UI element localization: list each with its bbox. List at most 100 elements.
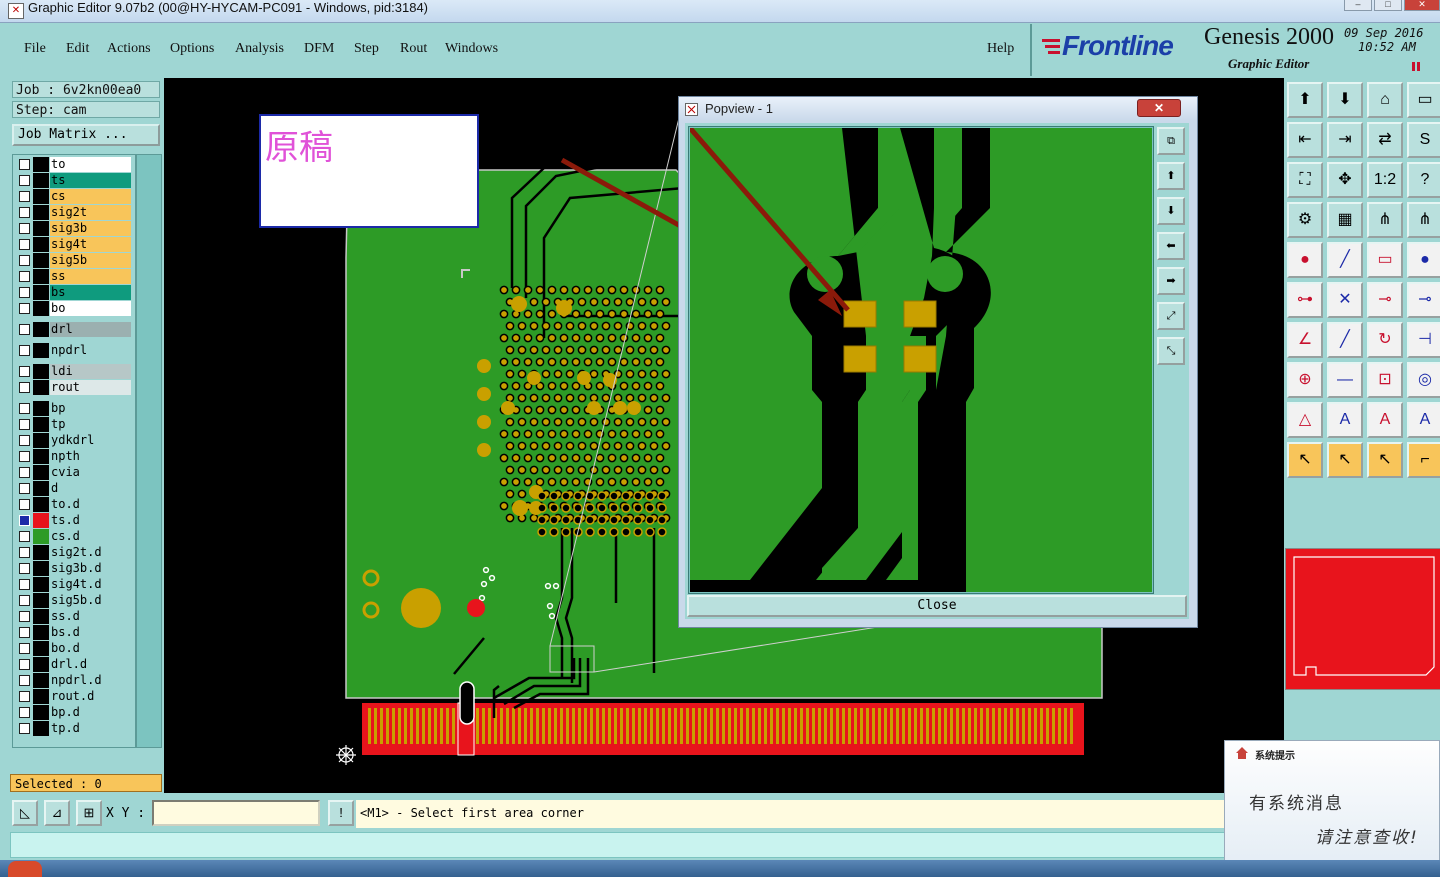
layer-visibility-checkbox[interactable] [19,707,30,718]
layer-visibility-checkbox[interactable] [19,345,30,356]
popview-window[interactable]: Popview - 1 ✕ ⧉ ⬆ ⬇ ⬅ ➡ ⤢ ⤡ Close [678,96,1198,628]
layer-row-tp[interactable]: tp [13,417,135,432]
layer-row-to[interactable]: to [13,157,135,172]
layer-visibility-checkbox[interactable] [19,403,30,414]
pointer-icon[interactable]: ↖ [1287,442,1323,478]
popview-zoom-in-button[interactable]: ⤡ [1157,337,1185,365]
layer-color-swatch[interactable] [33,465,49,480]
grid-icon[interactable]: ▦ [1327,202,1363,238]
layer-visibility-checkbox[interactable] [19,547,30,558]
layer-name[interactable]: sig3b.d [50,561,131,576]
layer-visibility-checkbox[interactable] [19,467,30,478]
layer-visibility-checkbox[interactable] [19,303,30,314]
layer-name[interactable]: ss [50,269,131,284]
menu-help[interactable]: Help [987,41,1014,57]
arc-icon[interactable]: ↻ [1367,322,1403,358]
menu-step[interactable]: Step [354,41,379,57]
layer-name[interactable]: cvia [50,465,131,480]
layer-up-icon[interactable]: ⬆ [1287,82,1323,118]
app-icon[interactable]: ✕ [8,3,24,19]
net2-icon[interactable]: ⋔ [1407,202,1440,238]
layer-row-to-d[interactable]: to.d [13,497,135,512]
layer-color-swatch[interactable] [33,237,49,252]
layer-color-swatch[interactable] [33,449,49,464]
layer-visibility-checkbox[interactable] [19,366,30,377]
layer-row-sig5b[interactable]: sig5b [13,253,135,268]
layer-visibility-checkbox[interactable] [19,483,30,494]
layer-visibility-checkbox[interactable] [19,451,30,462]
layer-row-ts-d[interactable]: ts.d [13,513,135,528]
layer-color-swatch[interactable] [33,269,49,284]
popview-pan-up-button[interactable]: ⬆ [1157,162,1185,190]
layer-row-ldi[interactable]: ldi [13,364,135,379]
layer-name[interactable]: ts.d [50,513,131,528]
layer-visibility-checkbox[interactable] [19,239,30,250]
layer-color-swatch[interactable] [33,593,49,608]
tool-settings-icon[interactable]: ⚙ [1287,202,1323,238]
layer-color-swatch[interactable] [33,417,49,432]
layer-name[interactable]: sig2t.d [50,545,131,560]
layer-color-swatch[interactable] [33,364,49,379]
layer-color-swatch[interactable] [33,705,49,720]
pointer3-icon[interactable]: ↖ [1367,442,1403,478]
layer-color-swatch[interactable] [33,625,49,640]
layer-visibility-checkbox[interactable] [19,659,30,670]
layer-visibility-checkbox[interactable] [19,175,30,186]
popview-zoom-fit-button[interactable]: ⧉ [1157,127,1185,155]
alert-icon[interactable]: ! [328,800,354,826]
layer-row-d[interactable]: d [13,481,135,496]
menu-windows[interactable]: Windows [445,41,498,57]
minimize-button[interactable]: – [1344,0,1372,11]
layer-color-swatch[interactable] [33,689,49,704]
layer-row-cvia[interactable]: cvia [13,465,135,480]
layer-color-swatch[interactable] [33,561,49,576]
menu-file[interactable]: File [24,41,46,57]
popview-pan-right-button[interactable]: ➡ [1157,267,1185,295]
layer-row-sig3b[interactable]: sig3b [13,221,135,236]
menu-actions[interactable]: Actions [107,41,151,57]
layer-name[interactable]: d [50,481,131,496]
layer-color-swatch[interactable] [33,481,49,496]
text-icon[interactable]: A [1327,402,1363,438]
layer-visibility-checkbox[interactable] [19,691,30,702]
popview-titlebar[interactable]: Popview - 1 ✕ [679,97,1197,121]
layer-name[interactable]: bo [50,301,131,316]
layer-name[interactable]: bp [50,401,131,416]
popview-pan-left-button[interactable]: ⬅ [1157,232,1185,260]
layer-name[interactable]: npdrl.d [50,673,131,688]
add-pad-icon[interactable]: ● [1287,242,1323,278]
layer-color-swatch[interactable] [33,343,49,358]
layer-color-swatch[interactable] [33,322,49,337]
layer-visibility-checkbox[interactable] [19,271,30,282]
layer-name[interactable]: bs [50,285,131,300]
menu-analysis[interactable]: Analysis [235,41,284,57]
layer-name[interactable]: rout.d [50,689,131,704]
menu-edit[interactable]: Edit [66,41,89,57]
layer-name[interactable]: cs [50,189,131,204]
layer-visibility-checkbox[interactable] [19,159,30,170]
layer-visibility-checkbox[interactable] [19,255,30,266]
layer-visibility-checkbox[interactable] [19,435,30,446]
layer-name[interactable]: to.d [50,497,131,512]
layer-row-npdrl[interactable]: npdrl [13,343,135,358]
group-icon[interactable]: ◎ [1407,362,1440,398]
center-icon[interactable]: ✥ [1327,162,1363,198]
export-icon[interactable]: ⇥ [1327,122,1363,158]
layer-name[interactable]: ydkdrl [50,433,131,448]
layer-name[interactable]: sig5b.d [50,593,131,608]
layer-visibility-checkbox[interactable] [19,675,30,686]
popview-close-icon[interactable]: ✕ [1137,99,1181,117]
layer-visibility-checkbox[interactable] [19,419,30,430]
system-notification[interactable]: 系统提示 有系统消息 请注意查收! [1224,740,1440,868]
maximize-button[interactable]: □ [1374,0,1402,11]
popview-close-button[interactable]: Close [687,595,1187,617]
layer-list-scrollbar[interactable] [136,154,162,748]
layer-row-drl-d[interactable]: drl.d [13,657,135,672]
layer-row-bp[interactable]: bp [13,401,135,416]
start-button-icon[interactable] [8,861,42,877]
node2-icon[interactable]: ⊸ [1407,282,1440,318]
layer-color-swatch[interactable] [33,380,49,395]
layer-visibility-checkbox[interactable] [19,563,30,574]
layer-row-cs-d[interactable]: cs.d [13,529,135,544]
home-icon[interactable]: ⌂ [1367,82,1403,118]
